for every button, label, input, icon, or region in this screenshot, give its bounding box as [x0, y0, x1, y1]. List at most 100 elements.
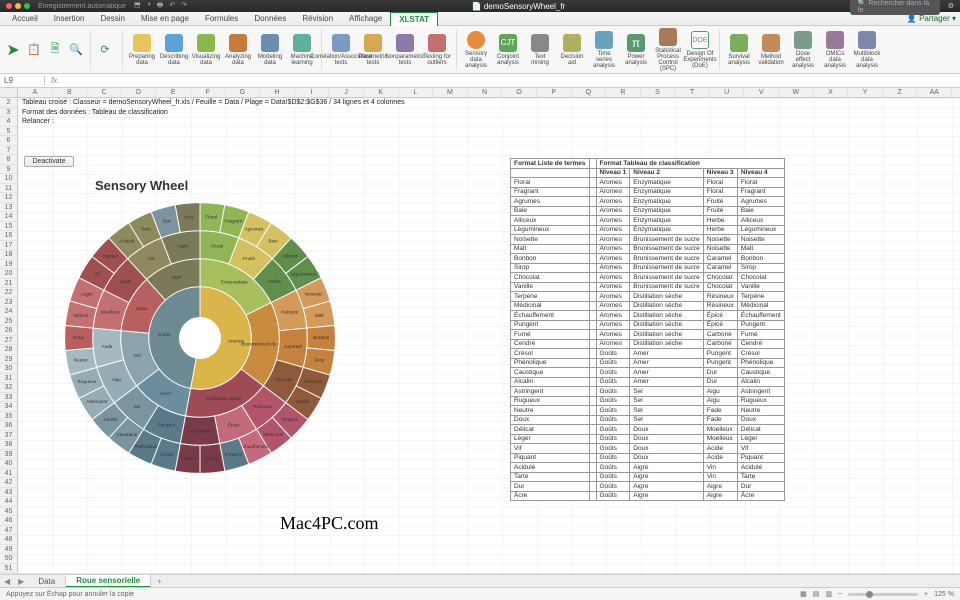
- quick-access-toolbar[interactable]: ⬒◑🖶↶↷: [134, 1, 187, 12]
- view-break-icon[interactable]: ▥: [825, 590, 832, 598]
- settings-icon[interactable]: ⚙: [948, 2, 954, 10]
- svg-text:Sirop: Sirop: [314, 358, 325, 363]
- svg-text:Fragrant: Fragrant: [224, 219, 242, 224]
- svg-text:Piquant: Piquant: [102, 253, 118, 258]
- svg-text:Cendré: Cendré: [181, 456, 197, 461]
- zoom-slider[interactable]: [848, 593, 918, 596]
- deactivate-button[interactable]: Deactivate: [24, 156, 74, 167]
- tab-affichage[interactable]: Affichage: [341, 12, 390, 25]
- btn-preparing-data[interactable]: Preparing data: [127, 28, 157, 72]
- svg-text:Médicinal: Médicinal: [263, 432, 283, 437]
- tab-dessin[interactable]: Dessin: [92, 12, 132, 25]
- svg-text:Chocolat: Chocolat: [274, 377, 293, 382]
- svg-text:Alcalin: Alcalin: [103, 417, 117, 422]
- svg-text:Moelleux: Moelleux: [101, 310, 120, 315]
- svg-text:Doux: Doux: [73, 335, 85, 340]
- btn-outliers[interactable]: Testing for outliers: [422, 28, 452, 72]
- svg-text:Floral: Floral: [205, 214, 217, 219]
- sheet-nav-prev[interactable]: ◀: [0, 577, 14, 586]
- svg-text:Tarte: Tarte: [141, 227, 152, 232]
- btn-modeling-data[interactable]: Modeling data: [255, 28, 285, 72]
- document-title: 📄 demoSensoryWheel_fr: [187, 2, 850, 11]
- fx-icon[interactable]: fx: [45, 76, 63, 85]
- svg-text:Caramel: Caramel: [284, 344, 302, 349]
- btn-nonparametric[interactable]: Nonparametric tests: [390, 28, 420, 72]
- svg-text:Pungent: Pungent: [225, 452, 243, 457]
- btn-sensory[interactable]: Sensory data analysis: [461, 28, 491, 72]
- search-icon[interactable]: 🔍: [67, 41, 85, 59]
- svg-text:Carboné: Carboné: [191, 429, 209, 434]
- btn-parametric[interactable]: Parametric tests: [358, 28, 388, 72]
- row-headers[interactable]: 2345678910111213141516171819202122232425…: [0, 98, 18, 573]
- svg-text:Fruité: Fruité: [243, 256, 255, 261]
- svg-text:Délicat: Délicat: [74, 313, 89, 318]
- tab-formules[interactable]: Formules: [197, 12, 246, 25]
- tab-accueil[interactable]: Accueil: [4, 12, 46, 25]
- ribbon: ➤ 📋 🗎 🔍 ⟳ Preparing data Describing data…: [0, 26, 960, 74]
- tab-mise-en-page[interactable]: Mise en page: [133, 12, 197, 25]
- tab-xlstat[interactable]: XLSTAT: [390, 12, 438, 26]
- btn-describing-data[interactable]: Describing data: [159, 28, 189, 72]
- svg-text:Fumé: Fumé: [205, 456, 217, 461]
- titlebar: Enregistrement automatique ⬒◑🖶↶↷ 📄 demoS…: [0, 0, 960, 12]
- btn-conjoint[interactable]: CJTConjoint analysis: [493, 28, 523, 72]
- tab-insertion[interactable]: Insertion: [46, 12, 93, 25]
- svg-text:Noisette: Noisette: [305, 291, 322, 296]
- zoom-in[interactable]: +: [924, 591, 928, 598]
- paste-icon[interactable]: 📋: [25, 41, 43, 59]
- btn-visualizing-data[interactable]: Visualizing data: [191, 28, 221, 72]
- svg-text:Dur: Dur: [133, 404, 141, 409]
- svg-text:Doux: Doux: [136, 306, 148, 311]
- btn-omics[interactable]: OMICs data analysis: [820, 28, 850, 72]
- svg-text:Fade: Fade: [102, 344, 113, 349]
- spreadsheet-grid[interactable]: 2345678910111213141516171819202122232425…: [0, 98, 960, 573]
- svg-text:Crésol: Crésol: [160, 452, 173, 457]
- name-box[interactable]: L9: [0, 76, 45, 85]
- btn-correlation[interactable]: Correlation/Association tests: [326, 28, 356, 72]
- sheet-nav-next[interactable]: ▶: [14, 577, 28, 586]
- window-controls[interactable]: [6, 3, 30, 9]
- cell-b2: Tableau croisé : Classeur = demoSensoryW…: [22, 99, 405, 106]
- doc-icon[interactable]: 🗎: [46, 41, 64, 59]
- svg-text:Alliceux: Alliceux: [282, 253, 299, 258]
- sheet-tab-data[interactable]: Data: [28, 576, 66, 587]
- svg-text:Amer: Amer: [160, 391, 172, 396]
- ribbon-tabs: Accueil Insertion Dessin Mise en page Fo…: [0, 12, 960, 26]
- cell-b3: Format des données : Tableau de classifi…: [22, 109, 168, 116]
- btn-analyzing-data[interactable]: Analyzing data: [223, 28, 253, 72]
- btn-time-series[interactable]: Time series analysis: [589, 28, 619, 72]
- svg-text:Rugueux: Rugueux: [78, 379, 97, 384]
- svg-text:Baie: Baie: [268, 238, 278, 243]
- svg-text:Résineux: Résineux: [253, 404, 273, 409]
- sheet-tabs: ◀ ▶ Data Roue sensorielle +: [0, 574, 960, 587]
- share-button[interactable]: 👤 Partager ▾: [907, 14, 956, 23]
- btn-text-mining[interactable]: Text mining: [525, 28, 555, 72]
- svg-text:Échauffement: Échauffement: [240, 443, 269, 449]
- svg-text:Légumineux: Légumineux: [290, 271, 316, 276]
- refresh-icon[interactable]: ⟳: [96, 41, 114, 59]
- column-headers[interactable]: ABCDEFGHIJKLMNOPQRSTUVWXYZAA: [0, 88, 960, 98]
- zoom-out[interactable]: −: [838, 591, 842, 598]
- btn-method[interactable]: Method validation: [756, 28, 786, 72]
- view-normal-icon[interactable]: ▦: [800, 590, 807, 598]
- btn-dose[interactable]: Dose effect analysis: [788, 28, 818, 72]
- watermark: Mac4PC.com: [280, 513, 379, 534]
- add-sheet-button[interactable]: +: [151, 577, 168, 586]
- btn-decision[interactable]: Decision aid: [557, 28, 587, 72]
- btn-multiblock[interactable]: Multiblock data analysis: [852, 28, 882, 72]
- tab-revision[interactable]: Révision: [294, 12, 341, 25]
- view-page-icon[interactable]: ▤: [813, 590, 820, 598]
- autosave-label: Enregistrement automatique: [38, 3, 126, 10]
- svg-text:Enzymatique: Enzymatique: [221, 280, 248, 285]
- tab-donnees[interactable]: Données: [246, 12, 294, 25]
- btn-doe[interactable]: DOEDesign Of Experiments (DoE): [685, 28, 715, 72]
- xlstat-run-icon[interactable]: ➤: [4, 41, 22, 59]
- btn-spc[interactable]: Statistical Process Control (SPC): [653, 28, 683, 72]
- search-input[interactable]: 🔍 Rechercher dans la fe: [850, 0, 940, 15]
- svg-text:Léger: Léger: [81, 291, 93, 296]
- sheet-tab-roue[interactable]: Roue sensorielle: [66, 575, 151, 588]
- btn-survival[interactable]: Survival analysis: [724, 28, 754, 72]
- cell-b4: Relancer :: [22, 118, 54, 125]
- btn-power[interactable]: πPower analysis: [621, 28, 651, 72]
- svg-text:Pungent: Pungent: [158, 422, 176, 427]
